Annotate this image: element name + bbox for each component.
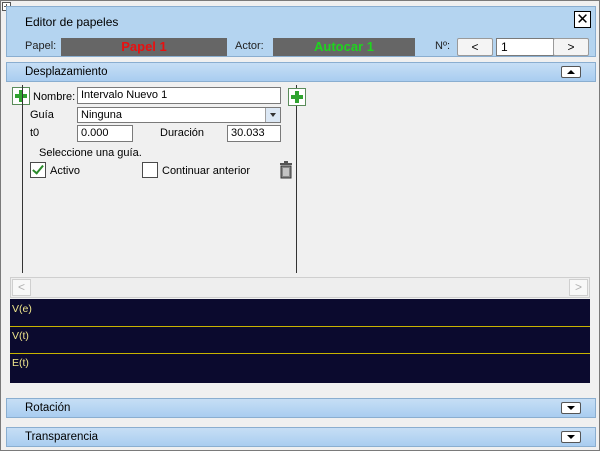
name-input[interactable]: Intervalo Nuevo 1 <box>77 87 281 104</box>
section-transparency[interactable]: Transparencia <box>6 427 596 447</box>
actor-label: Actor: <box>235 40 264 52</box>
continue-label: Continuar anterior <box>162 165 251 177</box>
displacement-content: Nombre: Intervalo Nuevo 1 Guía Ninguna t… <box>10 85 590 385</box>
check-icon <box>32 162 44 175</box>
window-title: Editor de papeles <box>25 15 119 29</box>
guide-select[interactable]: Ninguna <box>77 107 281 123</box>
active-checkbox[interactable] <box>30 162 46 178</box>
add-interval-icon[interactable] <box>12 87 30 105</box>
t0-input[interactable]: 0.000 <box>77 125 133 142</box>
scroll-left-button[interactable]: < <box>12 279 31 296</box>
paper-value: Papel 1 <box>61 38 227 56</box>
next-button[interactable]: > <box>553 38 589 56</box>
continue-checkbox[interactable] <box>142 162 158 178</box>
trash-icon[interactable] <box>278 161 294 179</box>
section-displacement-title: Desplazamiento <box>25 66 108 78</box>
divider-right <box>296 85 297 273</box>
expand-down-icon[interactable] <box>561 431 581 443</box>
duration-label: Duración <box>160 127 205 139</box>
section-transparency-title: Transparencia <box>25 431 99 443</box>
expand-down-icon[interactable] <box>561 402 581 414</box>
t0-label: t0 <box>30 127 40 139</box>
number-input[interactable]: 1 <box>496 38 554 56</box>
chevron-down-icon[interactable] <box>265 108 280 122</box>
paper-label: Papel: <box>25 40 57 52</box>
guide-hint: Seleccione una guía. <box>39 147 142 159</box>
header-row: Papel: Papel 1 Actor: Autocar 1 Nº: < 1 … <box>7 38 595 56</box>
header-panel: Editor de papeles ✕ Papel: Papel 1 Actor… <box>6 6 596 57</box>
divider-left <box>22 85 23 273</box>
section-displacement[interactable]: Desplazamiento <box>6 62 596 82</box>
name-label: Nombre: <box>33 91 76 103</box>
graph-label-et: E(t) <box>12 357 29 369</box>
guide-label: Guía <box>30 109 54 121</box>
active-label: Activo <box>50 165 80 177</box>
prev-button[interactable]: < <box>457 38 493 56</box>
actor-value: Autocar 1 <box>273 38 415 56</box>
editor-window: + Editor de papeles ✕ Papel: Papel 1 Act… <box>0 0 600 451</box>
number-label: Nº: <box>435 40 451 52</box>
horizontal-scrollbar[interactable]: < > <box>10 277 590 298</box>
graph-line <box>10 326 590 327</box>
graph-label-ve: V(e) <box>12 303 32 315</box>
close-button[interactable]: ✕ <box>574 11 591 28</box>
collapse-up-icon[interactable] <box>561 66 581 78</box>
add-interval-right-icon[interactable] <box>288 88 306 106</box>
graph-area: V(e) V(t) E(t) <box>10 299 590 383</box>
graph-line <box>10 353 590 354</box>
section-rotation[interactable]: Rotación <box>6 398 596 418</box>
graph-label-vt: V(t) <box>12 330 29 342</box>
section-rotation-title: Rotación <box>25 402 71 414</box>
duration-input[interactable]: 30.033 <box>227 125 281 142</box>
scroll-right-button[interactable]: > <box>569 279 588 296</box>
guide-select-value: Ninguna <box>81 109 122 121</box>
